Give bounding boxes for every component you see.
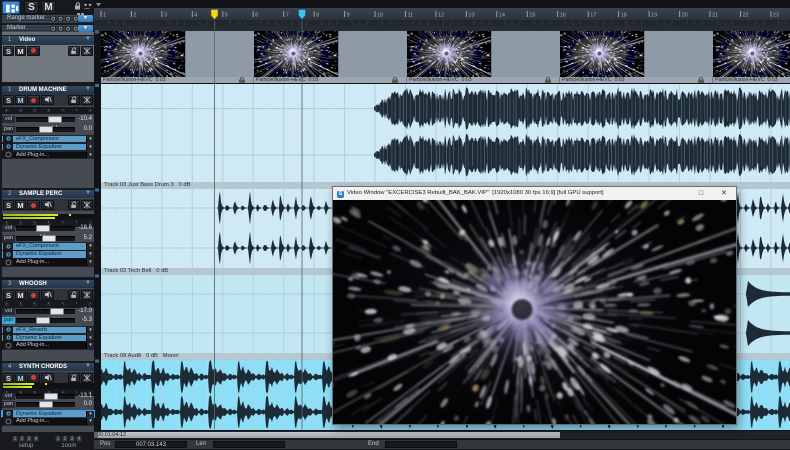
svg-text:22: 22 <box>743 13 749 19</box>
svg-text:6: 6 <box>255 13 258 19</box>
svg-text:2: 2 <box>133 13 136 19</box>
svg-text:10: 10 <box>377 13 383 19</box>
svg-text:5: 5 <box>225 13 228 19</box>
svg-text:18: 18 <box>621 13 627 19</box>
svg-text:21: 21 <box>712 13 718 19</box>
svg-text:11: 11 <box>408 13 414 19</box>
svg-text:20: 20 <box>682 13 688 19</box>
svg-text:4: 4 <box>194 13 197 19</box>
svg-text:12: 12 <box>438 13 444 19</box>
svg-text:13: 13 <box>468 13 474 19</box>
svg-text:17: 17 <box>590 13 596 19</box>
svg-text:9: 9 <box>347 13 350 19</box>
svg-text:7: 7 <box>286 13 289 19</box>
svg-text:16: 16 <box>560 13 566 19</box>
svg-text:8: 8 <box>316 13 319 19</box>
svg-text:14: 14 <box>499 13 505 19</box>
svg-text:1: 1 <box>103 13 106 19</box>
svg-text:15: 15 <box>529 13 535 19</box>
svg-text:3: 3 <box>164 13 167 19</box>
svg-text:23: 23 <box>773 13 779 19</box>
svg-text:19: 19 <box>651 13 657 19</box>
